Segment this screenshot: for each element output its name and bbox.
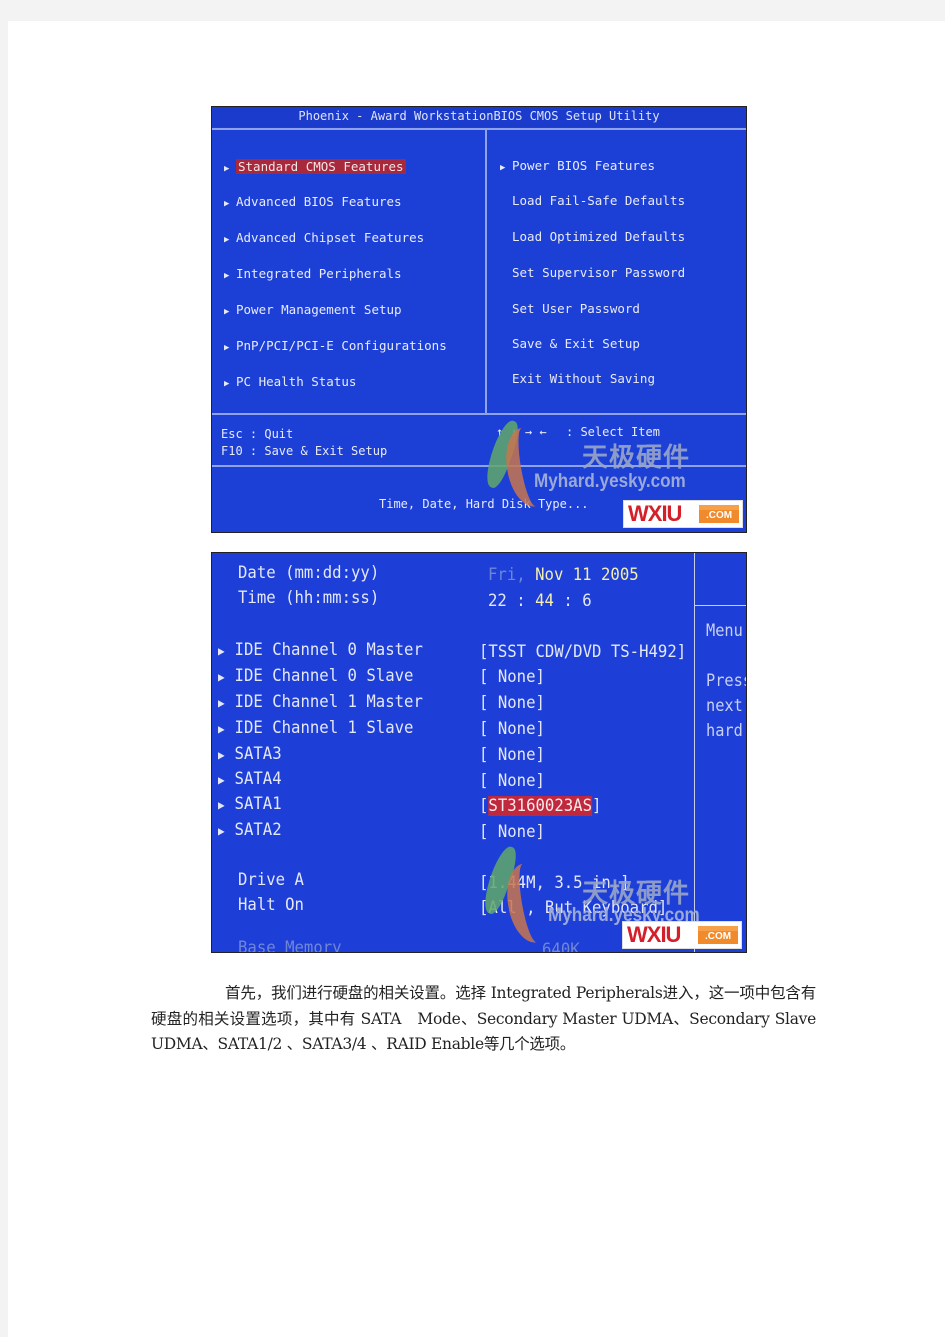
ide-channel-0-master-value[interactable]: [TSST CDW/DVD TS-H492] bbox=[479, 641, 686, 663]
divider bbox=[694, 553, 695, 952]
time-separator: : bbox=[516, 591, 526, 611]
bios-title: Phoenix - Award WorkstationBIOS CMOS Set… bbox=[212, 107, 746, 127]
side-help-line: Press bbox=[706, 671, 746, 691]
device-label: SATA1 bbox=[234, 794, 282, 814]
sata1-value[interactable]: [ST3160023AS] bbox=[479, 795, 601, 817]
selected-value-highlight: ST3160023AS bbox=[488, 796, 593, 816]
arrow-right-icon: ▶ bbox=[224, 235, 230, 245]
arrow-right-icon: ▶ bbox=[224, 271, 230, 281]
body-paragraph: 首先，我们进行硬盘的相关设置。选择 Integrated Peripherals… bbox=[151, 984, 816, 1053]
time-hours: 22 bbox=[488, 591, 507, 611]
ide-channel-0-slave-value[interactable]: [ None] bbox=[479, 666, 545, 688]
sata2[interactable]: ▶ SATA2 bbox=[218, 819, 282, 841]
menu-set-supervisor-password[interactable]: Set Supervisor Password bbox=[512, 264, 685, 282]
device-label: SATA2 bbox=[234, 820, 282, 840]
sata2-value[interactable]: [ None] bbox=[479, 821, 545, 843]
side-help-line: hard bbox=[706, 721, 743, 741]
sata4[interactable]: ▶ SATA4 bbox=[218, 768, 282, 790]
divider bbox=[212, 128, 746, 130]
arrow-right-icon: ▶ bbox=[224, 343, 230, 353]
ide-channel-0-master[interactable]: ▶ IDE Channel 0 Master bbox=[218, 639, 423, 661]
menu-pc-health-status[interactable]: ▶ PC Health Status bbox=[224, 373, 356, 391]
time-minutes: 44 bbox=[535, 591, 554, 611]
watermark-cn-text: 天极硬件 bbox=[582, 443, 691, 473]
ide-channel-1-slave[interactable]: ▶ IDE Channel 1 Slave bbox=[218, 717, 413, 739]
side-help-line: next bbox=[706, 696, 743, 716]
wxiu-badge: WXIU .COM bbox=[623, 500, 743, 528]
sata4-value[interactable]: [ None] bbox=[479, 770, 545, 792]
arrow-right-icon: ▶ bbox=[218, 670, 225, 684]
menu-load-fail-safe-defaults[interactable]: Load Fail-Safe Defaults bbox=[512, 192, 685, 210]
device-label: IDE Channel 1 Master bbox=[234, 692, 423, 712]
arrow-right-icon: ▶ bbox=[224, 307, 230, 317]
menu-pnp-pci-configurations[interactable]: ▶ PnP/PCI/PCI-E Configurations bbox=[224, 337, 447, 355]
menu-advanced-bios-features[interactable]: ▶ Advanced BIOS Features bbox=[224, 193, 402, 211]
wxiu-badge: WXIU .COM bbox=[622, 921, 742, 949]
arrow-right-icon: ▶ bbox=[224, 379, 230, 389]
divider bbox=[212, 413, 746, 415]
sata3[interactable]: ▶ SATA3 bbox=[218, 743, 282, 765]
menu-power-management-setup[interactable]: ▶ Power Management Setup bbox=[224, 301, 402, 319]
help-f10-save-exit: F10 : Save & Exit Setup bbox=[221, 444, 388, 458]
sata3-value[interactable]: [ None] bbox=[479, 744, 545, 766]
date-field[interactable]: Fri, Nov 11 2005 bbox=[488, 564, 639, 586]
arrow-right-icon: ▶ bbox=[218, 824, 225, 838]
bios-main-menu-screenshot: Phoenix - Award WorkstationBIOS CMOS Set… bbox=[211, 106, 747, 533]
arrow-right-icon: ▶ bbox=[224, 199, 230, 209]
arrow-right-icon: ▶ bbox=[218, 773, 225, 787]
menu-exit-without-saving[interactable]: Exit Without Saving bbox=[512, 370, 655, 388]
device-label: IDE Channel 0 Slave bbox=[234, 666, 414, 686]
device-label: SATA3 bbox=[234, 744, 282, 764]
halt-on-label: Halt On bbox=[238, 895, 304, 915]
arrow-right-icon: ▶ bbox=[500, 163, 506, 173]
divider bbox=[485, 128, 487, 414]
arrow-right-icon: ▶ bbox=[218, 798, 225, 812]
status-description: Time, Date, Hard Disk Type... bbox=[379, 497, 589, 511]
menu-standard-cmos-features[interactable]: ▶ Standard CMOS Features bbox=[224, 158, 406, 176]
device-label: IDE Channel 1 Slave bbox=[234, 718, 414, 738]
side-help-menu: Menu bbox=[706, 621, 743, 641]
arrow-right-icon: ▶ bbox=[218, 644, 225, 658]
menu-set-user-password[interactable]: Set User Password bbox=[512, 300, 640, 318]
date-day: Fri, bbox=[488, 565, 526, 585]
drive-a-label: Drive A bbox=[238, 870, 304, 890]
ide-channel-1-master-value[interactable]: [ None] bbox=[479, 692, 545, 714]
ide-channel-1-slave-value[interactable]: [ None] bbox=[479, 718, 545, 740]
help-esc-quit: Esc : Quit bbox=[221, 427, 294, 441]
menu-save-exit-setup[interactable]: Save & Exit Setup bbox=[512, 335, 640, 353]
time-label: Time (hh:mm:ss) bbox=[238, 588, 380, 608]
device-label: SATA4 bbox=[234, 769, 282, 789]
time-separator: : bbox=[563, 591, 573, 611]
date-value: Nov 11 2005 bbox=[535, 565, 639, 585]
menu-power-bios-features[interactable]: ▶ Power BIOS Features bbox=[500, 157, 655, 175]
arrow-right-icon: ▶ bbox=[218, 748, 225, 762]
menu-advanced-chipset-features[interactable]: ▶ Advanced Chipset Features bbox=[224, 229, 424, 247]
arrow-right-icon: ▶ bbox=[218, 722, 225, 736]
divider bbox=[694, 605, 746, 606]
device-label: IDE Channel 0 Master bbox=[234, 640, 423, 660]
ide-channel-1-master[interactable]: ▶ IDE Channel 1 Master bbox=[218, 691, 423, 713]
base-memory-value: 640K bbox=[542, 940, 580, 953]
time-seconds: 6 bbox=[582, 591, 592, 611]
menu-load-optimized-defaults[interactable]: Load Optimized Defaults bbox=[512, 228, 685, 246]
arrow-right-icon: ▶ bbox=[224, 164, 230, 174]
time-field[interactable]: 22 : 44 : 6 bbox=[488, 590, 592, 612]
date-label: Date (mm:dd:yy) bbox=[238, 563, 380, 583]
base-memory-label: Base Memory bbox=[238, 938, 342, 953]
menu-integrated-peripherals[interactable]: ▶ Integrated Peripherals bbox=[224, 265, 402, 283]
bios-standard-cmos-screenshot: Date (mm:dd:yy) Time (hh:mm:ss) Fri, Nov… bbox=[211, 552, 747, 953]
ide-channel-0-slave[interactable]: ▶ IDE Channel 0 Slave bbox=[218, 665, 413, 687]
arrow-right-icon: ▶ bbox=[218, 696, 225, 710]
watermark-url: Myhard.yesky.com bbox=[534, 471, 686, 492]
sata1[interactable]: ▶ SATA1 bbox=[218, 793, 282, 815]
